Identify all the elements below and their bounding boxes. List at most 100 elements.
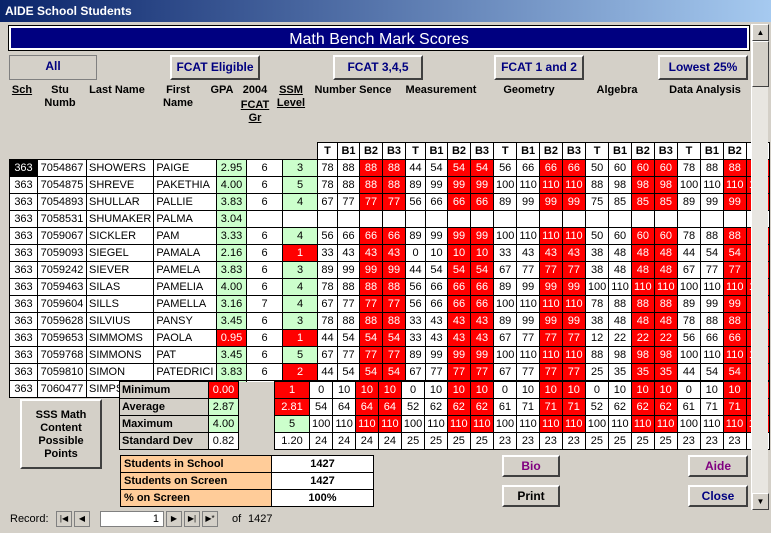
- table-row[interactable]: 363 7054875 SHREVE PAKETHIA 4.00 6 5 78 88 88 88 89…: [9, 176, 770, 194]
- cell-score: 44: [317, 363, 339, 381]
- cell-score: 66: [447, 278, 472, 296]
- sss-math-points-button[interactable]: SSS Math Content Possible Points: [20, 399, 102, 469]
- cell-score: 38: [584, 261, 610, 279]
- cell-score: 54: [359, 329, 384, 347]
- students-in-school-label: Students in School: [120, 455, 272, 473]
- stats-score: 52: [584, 398, 610, 416]
- cell-score: 50: [584, 227, 610, 245]
- cell-score: 88: [584, 346, 610, 364]
- cell-score: 110: [516, 176, 540, 194]
- filter-all-button[interactable]: All: [9, 55, 97, 80]
- cell-last-name: SIEGEL: [85, 244, 155, 262]
- table-row[interactable]: 363 7059242 SIEVER PAMELA 3.83 6 3 89 99 99 99 44 54…: [9, 261, 770, 279]
- filter-fcat-12-button[interactable]: FCAT 1 and 2: [494, 55, 584, 80]
- cell-score: 35: [608, 363, 632, 381]
- subheader-b3: B3: [382, 142, 407, 160]
- table-row[interactable]: 363 7059604 SILLS PAMELLA 3.16 7 4 67 77 77 77 56 66…: [9, 295, 770, 313]
- scroll-up-icon[interactable]: ▲: [752, 24, 769, 41]
- cell-score: 10: [470, 244, 495, 262]
- filter-fcat-345-button[interactable]: FCAT 3,4,5: [333, 55, 423, 80]
- cell-score: 89: [405, 346, 427, 364]
- cell-score: 35: [653, 363, 678, 381]
- header-number-sence: Number Sence: [314, 84, 392, 96]
- cell-sch: 363: [9, 210, 38, 228]
- bio-button[interactable]: Bio: [502, 455, 560, 477]
- cell-first-name: PANSY: [153, 312, 218, 330]
- table-row[interactable]: 363 7059067 SICKLER PAM 3.33 6 4 56 66 66 66 89 99 99…: [9, 227, 770, 245]
- cell-score: 88: [653, 295, 678, 313]
- header-geometry: Geometry: [503, 84, 555, 96]
- stats-score: 64: [377, 398, 402, 416]
- cell-score: 88: [722, 227, 747, 245]
- header-ssm-level[interactable]: SSM Level: [274, 84, 308, 110]
- cell-stu-numb: 7059067: [37, 227, 87, 245]
- header-measurement: Measurement: [405, 84, 477, 96]
- cell-ssm-level: 4: [282, 278, 319, 296]
- stats-score: 10: [469, 381, 494, 399]
- cell-score: 88: [337, 278, 361, 296]
- cell-score: 77: [470, 363, 495, 381]
- stats-score: 25: [446, 432, 471, 450]
- stats-score: 23: [722, 432, 747, 450]
- filter-lowest-25-button[interactable]: Lowest 25%: [658, 55, 748, 80]
- cell-score: 88: [382, 278, 407, 296]
- aide-button[interactable]: Aide: [688, 455, 748, 477]
- stats-score: 62: [446, 398, 471, 416]
- cell-fcat-gr: 7: [246, 295, 284, 313]
- stats-score: 71: [722, 398, 747, 416]
- cell-score: 60: [608, 227, 632, 245]
- cell-score: 0: [405, 244, 427, 262]
- table-row[interactable]: 363 7059768 SIMMONS PAT 3.45 6 5 67 77 77 77 89 99 99…: [9, 346, 770, 364]
- cell-score: 77: [425, 363, 449, 381]
- cell-score: 66: [470, 193, 495, 211]
- cell-ssm-level: 2: [282, 363, 319, 381]
- table-row[interactable]: 363 7059093 SIEGEL PAMALA 2.16 6 1 33 43 43 43 0 10 1…: [9, 244, 770, 262]
- cell-score: 78: [317, 312, 339, 330]
- table-row[interactable]: 363 7059653 SIMMOMS PAOLA 0.95 6 1 44 54 54 54 33 43…: [9, 329, 770, 347]
- cell-score: 66: [561, 159, 586, 177]
- close-button[interactable]: Close: [688, 485, 748, 507]
- table-row[interactable]: 363 7059628 SILVIUS PANSY 3.45 6 3 78 88 88 88 33 43…: [9, 312, 770, 330]
- scroll-down-icon[interactable]: ▼: [752, 493, 769, 510]
- last-record-icon[interactable]: ▶|: [184, 511, 200, 527]
- print-button[interactable]: Print: [502, 485, 560, 507]
- cell-last-name: SHUMAKER: [85, 210, 155, 228]
- vertical-scrollbar[interactable]: ▲ ▼: [751, 24, 769, 510]
- table-row[interactable]: 363 7054893 SHULLAR PALLIE 3.83 6 4 67 77 77 77 56 6…: [9, 193, 770, 211]
- table-row[interactable]: 363 7059810 SIMON PATEDRICI 3.83 6 2 44 54 54 54 67…: [9, 363, 770, 381]
- cell-score: 99: [538, 193, 563, 211]
- cell-score: 89: [317, 261, 339, 279]
- cell-score: 99: [538, 312, 563, 330]
- cell-score: 56: [676, 329, 702, 347]
- table-row[interactable]: 363 7058531 SHUMAKER PALMA 3.04: [9, 210, 770, 228]
- stats-score: 110: [446, 415, 471, 433]
- cell-score: 43: [447, 329, 472, 347]
- cell-score: 54: [359, 363, 384, 381]
- cell-gpa: 3.45: [216, 312, 248, 330]
- cell-score: 43: [382, 244, 407, 262]
- filter-fcat-eligible-button[interactable]: FCAT Eligible: [170, 55, 260, 80]
- cell-score: 67: [405, 363, 427, 381]
- cell-score: [470, 210, 495, 228]
- table-row[interactable]: 363 7054867 SHOWERS PAIGE 2.95 6 3 78 88 88 88 44 54…: [9, 159, 770, 177]
- cell-score: 54: [425, 159, 449, 177]
- cell-score: 88: [337, 176, 361, 194]
- header-fcat-gr[interactable]: FCAT Gr: [238, 99, 272, 125]
- stats-score: 64: [354, 398, 379, 416]
- next-record-icon[interactable]: ▶: [166, 511, 182, 527]
- new-record-icon[interactable]: ▶*: [202, 511, 218, 527]
- stats-label: Maximum: [119, 415, 209, 433]
- subheader-b2: B2: [630, 142, 655, 160]
- stats-score: 62: [424, 398, 448, 416]
- cell-sch: 363: [9, 278, 38, 296]
- first-record-icon[interactable]: |◀: [56, 511, 72, 527]
- cell-score: 89: [676, 295, 702, 313]
- table-row[interactable]: 363 7059463 SILAS PAMELIA 4.00 6 4 78 88 88 88 56 66…: [9, 278, 770, 296]
- cell-stu-numb: 7054867: [37, 159, 87, 177]
- prev-record-icon[interactable]: ◀: [74, 511, 90, 527]
- header-sch[interactable]: Sch: [9, 84, 35, 96]
- scroll-thumb[interactable]: [752, 41, 769, 87]
- cell-gpa: 4.00: [216, 176, 248, 194]
- record-number-input[interactable]: 1: [100, 511, 164, 527]
- subheader-b2: B2: [722, 142, 747, 160]
